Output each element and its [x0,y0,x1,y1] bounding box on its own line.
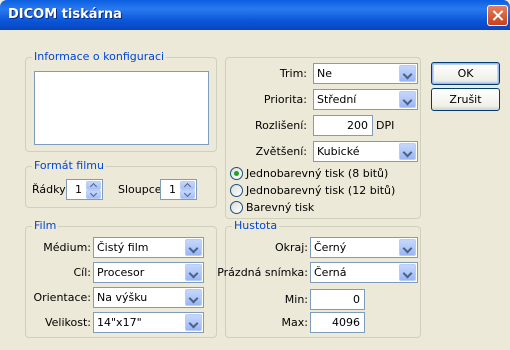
density-group-title: Hustota [232,219,280,233]
target-value: Procesor [97,266,145,279]
density-group: Hustota Okraj: Černý Prázdná snímka: Čer… [217,219,421,338]
empty-frame-select[interactable]: Černá [310,262,418,283]
chevron-down-icon[interactable] [185,239,202,256]
rows-label: Řádky: [32,183,69,196]
priority-label: Priorita: [263,93,307,106]
max-density-label: Max: [281,316,308,329]
resolution-value: 200 [347,119,368,132]
resolution-input[interactable]: 200 [313,115,373,136]
priority-select[interactable]: Střední [313,89,418,110]
min-density-value: 0 [353,293,360,306]
radio-mono-12bit-label: Jednobarevný tisk (12 bitů) [246,184,396,197]
medium-label: Médium: [43,241,91,254]
dicom-printer-dialog: DICOM tiskárna Informace o konfiguraci F… [0,0,510,350]
resolution-unit: DPI [376,119,395,132]
cols-label: Sloupce: [118,183,166,196]
trim-value: Ne [317,67,332,80]
film-format-group: Formát filmu Řádky: 1 Sloupce: 1 [25,159,217,208]
chevron-down-icon[interactable] [399,91,416,108]
empty-frame-label: Prázdná snímka: [217,266,308,279]
magnify-value: Kubické [317,145,360,158]
orientation-value: Na výšku [97,291,148,304]
radio-unchecked-icon[interactable] [230,184,243,197]
cols-stepper[interactable]: 1 [160,179,197,200]
config-info-group-title: Informace o konfiguraci [32,50,167,64]
trim-select[interactable]: Ne [313,63,418,84]
border-label: Okraj: [274,241,308,254]
magnify-label: Zvětšení: [255,145,307,158]
chevron-down-icon[interactable] [399,239,416,256]
radio-mono-12bit[interactable]: Jednobarevný tisk (12 bitů) [230,183,416,199]
max-density-value: 4096 [332,316,360,329]
resolution-label: Rozlišení: [255,119,307,132]
target-select[interactable]: Procesor [93,262,204,283]
window-title: DICOM tiskárna [8,7,122,22]
size-value: 14"x17" [97,316,142,329]
rows-stepper[interactable]: 1 [66,179,103,200]
cols-down-icon[interactable] [180,190,195,199]
chevron-down-icon[interactable] [399,143,416,160]
film-group: Film Médium: Čistý film Cíl: Procesor Or… [25,219,217,338]
rows-up-icon[interactable] [86,181,101,190]
radio-checked-icon[interactable] [230,167,243,180]
radio-unchecked-icon[interactable] [230,201,243,214]
chevron-down-icon[interactable] [399,264,416,281]
min-density-label: Min: [284,293,308,306]
radio-mono-8bit-label: Jednobarevný tisk (8 bitů) [246,167,389,180]
radio-color[interactable]: Barevný tisk [230,200,416,216]
config-info-group: Informace o konfiguraci [25,50,217,152]
chevron-down-icon[interactable] [185,289,202,306]
cols-up-icon[interactable] [180,181,195,190]
config-info-list[interactable] [34,71,209,145]
film-format-group-title: Formát filmu [32,159,106,173]
close-icon[interactable] [487,5,508,26]
target-label: Cíl: [73,266,92,279]
magnify-select[interactable]: Kubické [313,141,418,162]
max-density-input[interactable]: 4096 [310,312,365,333]
chevron-down-icon[interactable] [185,314,202,331]
orientation-label: Orientace: [33,291,91,304]
priority-value: Střední [317,93,357,106]
title-bar[interactable]: DICOM tiskárna [0,0,510,30]
medium-select[interactable]: Čistý film [93,237,204,258]
radio-mono-8bit[interactable]: Jednobarevný tisk (8 bitů) [230,166,416,182]
film-group-title: Film [32,219,59,233]
rows-down-icon[interactable] [86,190,101,199]
border-value: Černý [314,241,347,254]
chevron-down-icon[interactable] [399,65,416,82]
radio-color-label: Barevný tisk [246,201,315,214]
ok-button[interactable]: OK [431,62,500,85]
rows-value: 1 [75,183,82,196]
empty-frame-value: Černá [314,266,347,279]
trim-label: Trim: [279,67,307,80]
cancel-button[interactable]: Zrušit [431,88,500,111]
size-select[interactable]: 14"x17" [93,312,204,333]
print-settings-group: Trim: Ne Priorita: Střední Rozlišení: 20… [225,57,421,219]
border-select[interactable]: Černý [310,237,418,258]
chevron-down-icon[interactable] [185,264,202,281]
cols-value: 1 [169,183,176,196]
min-density-input[interactable]: 0 [310,289,365,310]
size-label: Velikost: [44,316,91,329]
medium-value: Čistý film [97,241,149,254]
orientation-select[interactable]: Na výšku [93,287,204,308]
